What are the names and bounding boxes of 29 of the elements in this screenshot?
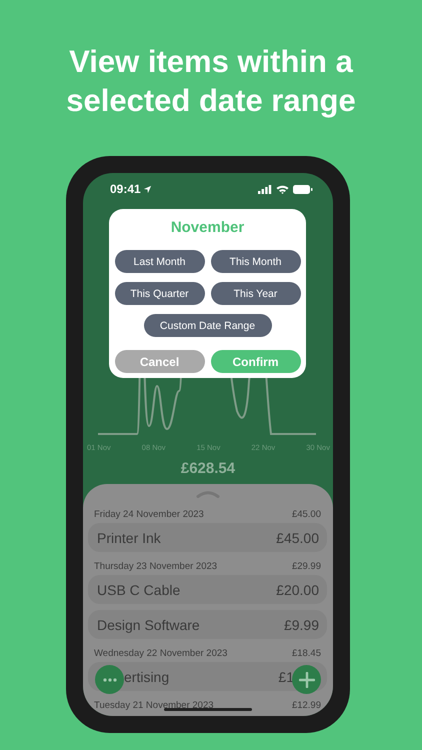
more-icon: [102, 678, 116, 682]
preset-button[interactable]: This Quarter: [114, 282, 204, 305]
preset-button[interactable]: This Month: [210, 250, 300, 273]
location-arrow-icon: [142, 184, 152, 194]
headline: View items within a: [69, 43, 353, 80]
wifi-icon: [276, 184, 289, 194]
cancel-button[interactable]: Cancel: [114, 350, 204, 373]
status-time: 09:41: [110, 182, 141, 196]
confirm-button[interactable]: Confirm: [210, 350, 300, 373]
expense-row[interactable]: USB C Cable £20.00: [88, 575, 327, 604]
day-date: Thursday 23 November 2023: [94, 560, 218, 572]
day-total: £29.99: [292, 560, 321, 572]
battery-icon: [293, 184, 313, 194]
signal-icon: [258, 184, 272, 194]
custom-range-button[interactable]: Custom Date Range: [144, 314, 272, 337]
preset-button[interactable]: This Year: [210, 282, 300, 305]
day-date: Tuesday 21 November 2023: [94, 700, 214, 710]
dialog-title: November: [170, 218, 244, 238]
expense-row[interactable]: Design Software £9.99: [88, 610, 327, 639]
day-date: Friday 24 November 2023: [94, 508, 204, 520]
day-date: Wednesday 22 November 2023: [94, 648, 228, 658]
plus-icon: [298, 672, 314, 688]
day-total: £45.00: [292, 508, 321, 520]
day-total: £12.99: [292, 700, 321, 710]
day-total: £18.45: [292, 648, 321, 658]
headline: selected date range: [66, 82, 356, 119]
preset-button[interactable]: Last Month: [114, 250, 204, 273]
expense-row[interactable]: Printer Ink £45.00: [88, 523, 327, 552]
total-amount: £628.54: [180, 460, 236, 478]
